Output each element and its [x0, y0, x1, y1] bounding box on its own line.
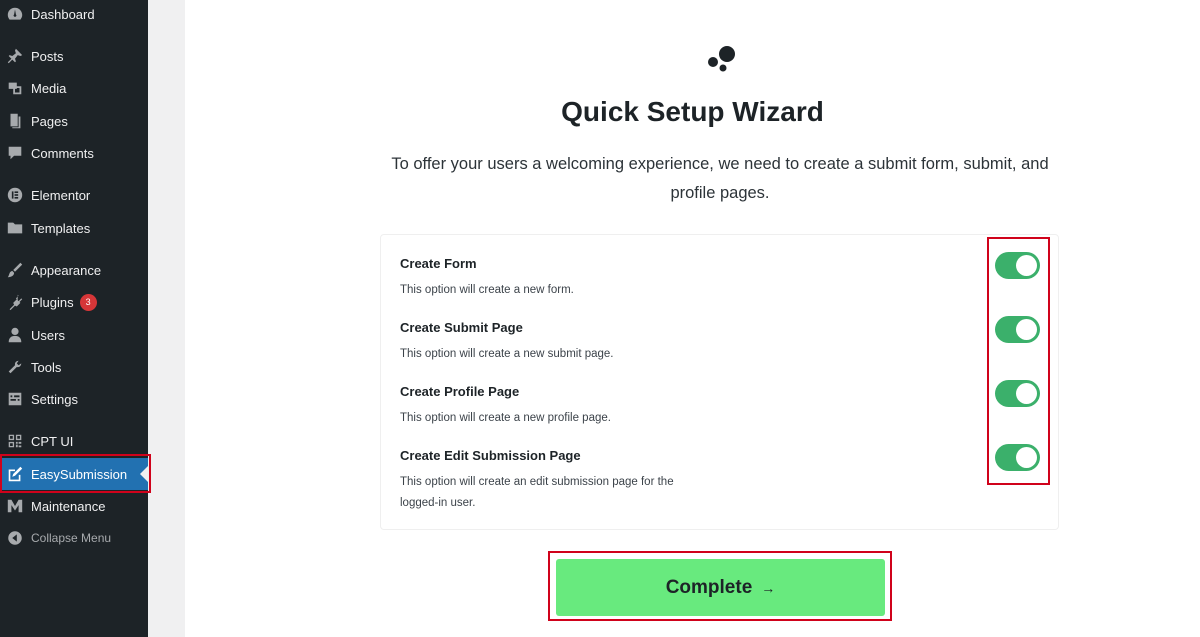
- user-icon: [0, 326, 30, 344]
- sidebar-item-label: Appearance: [31, 262, 102, 278]
- option-description: This option will create a new profile pa…: [400, 412, 611, 424]
- sidebar-item-label: Comments: [31, 145, 94, 161]
- complete-button-label: Complete: [665, 576, 753, 598]
- option-create-form: Create Form This option will create a ne…: [400, 256, 820, 301]
- sidebar-item-plugins[interactable]: Plugins 3: [0, 286, 148, 318]
- option-description: This option will create a new form.: [400, 284, 574, 296]
- sidebar-item-elementor[interactable]: Elementor: [0, 179, 148, 211]
- option-title: Create Profile Page: [400, 384, 520, 399]
- wrench-icon: [0, 358, 30, 376]
- pages-icon: [0, 112, 30, 130]
- complete-button[interactable]: Complete →: [556, 559, 885, 616]
- sidebar-item-label: CPT UI: [31, 433, 74, 449]
- collapse-icon: [0, 529, 30, 547]
- elementor-icon: [0, 186, 30, 204]
- sidebar-item-users[interactable]: Users: [0, 319, 148, 351]
- highlight-box-sidebar: [0, 454, 151, 493]
- sidebar-item-cpt-ui[interactable]: CPT UI: [0, 425, 148, 457]
- page-title: Quick Setup Wizard: [561, 96, 824, 127]
- arrow-right-icon: →: [761, 579, 776, 596]
- sidebar-item-label: Dashboard: [31, 6, 95, 22]
- collapse-menu-button[interactable]: Collapse Menu: [0, 522, 148, 554]
- sidebar-item-label: Tools: [31, 359, 62, 375]
- sidebar-item-label: Users: [31, 327, 65, 343]
- brand-logo-icon: [708, 46, 735, 72]
- option-description: This option will create a new submit pag…: [400, 348, 614, 360]
- sidebar-item-settings[interactable]: Settings: [0, 383, 148, 415]
- option-title: Create Form: [400, 256, 477, 271]
- sidebar-item-label: Media: [31, 80, 67, 96]
- option-create-submit-page: Create Submit Page This option will crea…: [400, 320, 820, 365]
- wizard-description: To offer your users a welcoming experien…: [391, 155, 1049, 202]
- folder-icon: [0, 219, 30, 237]
- option-create-edit-submission-page: Create Edit Submission Page This option …: [400, 448, 820, 514]
- sidebar-item-tools[interactable]: Tools: [0, 351, 148, 383]
- highlight-box-toggles: [987, 237, 1050, 485]
- sidebar-item-pages[interactable]: Pages: [0, 105, 148, 137]
- media-icon: [0, 79, 30, 97]
- pin-icon: [0, 47, 30, 65]
- comment-icon: [0, 144, 30, 162]
- sidebar-item-label: Pages: [31, 113, 68, 129]
- sidebar-item-dashboard[interactable]: Dashboard: [0, 0, 148, 30]
- sidebar-item-label: Templates: [31, 220, 91, 236]
- option-title: Create Edit Submission Page: [400, 448, 581, 463]
- sidebar-item-posts[interactable]: Posts: [0, 40, 148, 72]
- admin-sidebar: Dashboard Posts Media Pages Comments Ele…: [0, 0, 148, 637]
- sidebar-item-label: Elementor: [31, 187, 91, 203]
- sidebar-item-comments[interactable]: Comments: [0, 137, 148, 169]
- sidebar-item-label: Maintenance: [31, 498, 106, 514]
- m-icon: [0, 497, 30, 515]
- sidebar-item-label: Settings: [31, 391, 78, 407]
- option-title: Create Submit Page: [400, 320, 523, 335]
- plug-icon: [0, 293, 30, 311]
- sidebar-item-media[interactable]: Media: [0, 72, 148, 104]
- sidebar-item-appearance[interactable]: Appearance: [0, 254, 148, 286]
- dashboard-icon: [0, 5, 30, 23]
- option-description: This option will create an edit submissi…: [400, 476, 674, 509]
- sidebar-item-templates[interactable]: Templates: [0, 212, 148, 244]
- brush-icon: [0, 261, 30, 279]
- plugins-update-badge: 3: [79, 293, 97, 311]
- grid-icon: [0, 432, 30, 450]
- settings-icon: [0, 390, 30, 408]
- sidebar-item-label: Plugins: [31, 294, 74, 310]
- sidebar-item-label: Posts: [31, 48, 64, 64]
- option-create-profile-page: Create Profile Page This option will cre…: [400, 384, 820, 429]
- sidebar-item-label: Collapse Menu: [31, 531, 112, 545]
- sidebar-item-maintenance[interactable]: Maintenance: [0, 490, 148, 522]
